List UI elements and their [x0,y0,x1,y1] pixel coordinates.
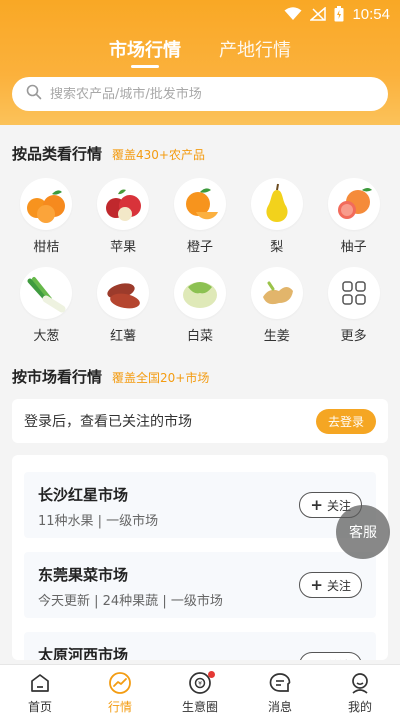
svg-text:¥: ¥ [198,681,202,688]
category-sweet-potato[interactable]: 红薯 [91,267,155,344]
follow-label: 关注 [327,657,351,661]
category-label: 橙子 [186,240,213,255]
market-item[interactable]: 太原河西市场 + 关注 [24,632,376,660]
apple-icon [106,189,142,221]
category-apple[interactable]: 苹果 [91,178,155,255]
category-ginger[interactable]: 生姜 [245,267,309,344]
nav-home[interactable]: 首页 [0,665,80,720]
category-section-header: 按品类看行情 覆盖430+农产品 [12,143,205,164]
category-section-subtitle: 覆盖430+农产品 [112,148,205,162]
orange-icon [185,188,218,220]
search-icon [26,84,42,104]
category-cabbage[interactable]: 白菜 [168,267,232,344]
market-meta: 11种水果 | 一级市场 [38,514,159,529]
home-icon [29,670,51,696]
market-section-header: 按市场看行情 覆盖全国20+市场 [12,366,209,387]
market-meta: 今天更新 | 24种果蔬 | 一级市场 [38,594,223,609]
market-list: 长沙红星市场 11种水果 | 一级市场 + 关注 东莞果菜市场 今天更新 | 2… [12,455,388,660]
search-bar[interactable] [12,77,388,111]
category-label: 生姜 [263,329,290,344]
market-name: 太原河西市场 [38,646,129,660]
message-icon [268,670,292,696]
login-prompt-text: 登录后，查看已关注的市场 [24,414,192,430]
status-bar: 10:54 [0,0,400,28]
category-label: 柑桔 [33,240,60,255]
category-label: 白菜 [186,329,213,344]
category-more[interactable]: 更多 [322,267,386,344]
pear-icon [266,183,288,222]
plus-icon: + [310,575,323,594]
sweet-potato-icon [107,283,141,309]
category-label: 大葱 [33,329,60,344]
tab-origin-quotes[interactable]: 产地行情 [219,36,291,68]
nav-quotes[interactable]: 行情 [80,665,160,720]
nav-label: 生意圈 [181,700,218,714]
category-scallion[interactable]: 大葱 [14,267,78,344]
nav-label: 行情 [107,700,132,714]
market-name: 长沙红星市场 [38,486,129,504]
grid-more-icon [341,281,366,305]
category-grapefruit[interactable]: 柚子 [322,178,386,255]
nav-label: 消息 [267,700,292,714]
category-pear[interactable]: 梨 [245,178,309,255]
nav-messages[interactable]: 消息 [240,665,320,720]
category-grid: 柑桔 苹果 橙子 梨 柚子 大葱 红薯 白菜 生姜 更多 [0,178,400,356]
market-section-title: 按市场看行情 [12,368,103,386]
tab-market-quotes[interactable]: 市场行情 [109,36,181,68]
category-label: 红薯 [110,329,137,344]
market-name: 东莞果菜市场 [38,566,129,584]
nav-label: 我的 [347,700,372,714]
nav-profile[interactable]: 我的 [320,665,400,720]
category-orange[interactable]: 橙子 [168,178,232,255]
profile-icon [348,670,372,696]
trend-icon [108,670,132,696]
tangerine-icon [27,190,66,223]
category-label: 梨 [270,240,284,255]
follow-label: 关注 [326,578,351,593]
plus-icon: + [310,657,323,660]
battery-icon [334,6,344,22]
market-item[interactable]: 长沙红星市场 11种水果 | 一级市场 + 关注 [24,472,376,538]
follow-button[interactable]: + 关注 [299,572,362,598]
market-section-subtitle: 覆盖全国20+市场 [112,371,210,385]
plus-icon: + [310,495,323,514]
category-label: 苹果 [110,240,137,255]
clock: 10:54 [352,5,390,23]
category-section-title: 按品类看行情 [12,145,103,163]
follow-button[interactable]: + 关注 [299,652,362,660]
category-label: 更多 [340,329,367,344]
market-item[interactable]: 东莞果菜市场 今天更新 | 24种果蔬 | 一级市场 + 关注 [24,552,376,618]
customer-service-button[interactable]: 客服 [336,505,390,559]
login-prompt-card: 登录后，查看已关注的市场 去登录 [12,399,388,443]
nav-label: 首页 [27,700,52,714]
no-signal-icon [310,7,327,21]
cabbage-icon [182,282,217,308]
category-label: 柚子 [340,240,367,255]
bottom-nav: 首页 行情 ¥ 生意圈 消息 我的 [0,664,400,720]
top-tabs: 市场行情 产地行情 [0,36,400,68]
nav-business-circle[interactable]: ¥ 生意圈 [160,665,240,720]
grapefruit-icon [337,188,372,219]
login-button[interactable]: 去登录 [315,408,376,434]
category-tangerine[interactable]: 柑桔 [14,178,78,255]
notification-badge [208,671,215,678]
wifi-icon [284,7,302,21]
search-input[interactable] [50,86,350,102]
scallion-icon [27,277,66,313]
ginger-icon [262,281,293,305]
